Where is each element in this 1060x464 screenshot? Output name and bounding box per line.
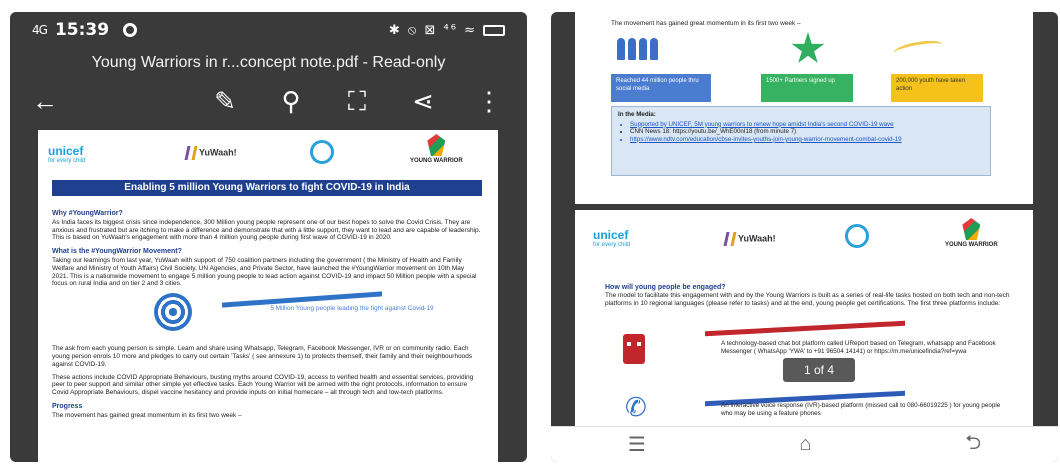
engage-paragraph: The model to facilitate this engagement … <box>605 291 1010 307</box>
progress-heading: Progress <box>52 402 83 410</box>
reader-toolbar: ← ✎ ⚲ ⛶ ⋖ ⋮ <box>10 78 527 128</box>
young-warrior-mark-icon <box>427 134 446 156</box>
notification-icon <box>123 23 138 37</box>
stat-partners: 1500+ Partners signed up <box>761 74 853 102</box>
people-icon <box>617 38 658 60</box>
media-heading: In the Media: <box>618 111 656 118</box>
edit-icon[interactable]: ✎ <box>208 86 242 116</box>
right-phone-screen: The movement has gained great momentum i… <box>551 12 1058 462</box>
left-phone-screen: 4G 15:39 ✱ ⦸ ⊠ ⁴⁶ ≈ Young Warriors in r.… <box>10 12 527 462</box>
platform-ivr-text: An interactive voice response (IVR)-base… <box>721 402 1001 417</box>
system-icons: ✱ ⦸ ⊠ ⁴⁶ ≈ <box>388 22 477 38</box>
battery-icon <box>483 24 505 36</box>
yuwaah-mark-icon <box>723 232 737 246</box>
target-graphic: 5 Million Young people leading the fight… <box>52 291 482 337</box>
yuwaah-logo: YuWaah! <box>723 232 776 246</box>
page-heading-banner: Enabling 5 million Young Warriors to fig… <box>52 180 482 196</box>
arrow-decoration <box>705 320 905 337</box>
media-link-2[interactable]: CNN News 18: https://youtu.be/_WhE00nI18… <box>630 128 984 136</box>
logo-row: unicef for every child YuWaah! YOUNG WAR… <box>38 130 498 180</box>
fullscreen-icon[interactable]: ⛶ <box>340 86 374 116</box>
phone-call-icon: ✆ <box>625 392 647 422</box>
share-icon[interactable]: ⋖ <box>406 86 440 116</box>
engage-heading: How will young people be engaged? <box>605 284 726 291</box>
unicef-logo: unicef for every child <box>48 144 85 164</box>
unicef-tagline: for every child <box>593 242 631 248</box>
chatbot-icon <box>623 334 645 364</box>
partners-star-icon <box>791 32 825 63</box>
media-link-1[interactable]: Supported by UNICEF, 5M young warriors t… <box>630 121 984 129</box>
what-heading: What is the #YoungWarrior Movement? <box>52 248 182 256</box>
young-warrior-mark-icon <box>962 218 981 240</box>
unicef-tagline: for every child <box>48 158 86 164</box>
progress-paragraph: The movement has gained great momentum i… <box>52 411 242 419</box>
unicef-wordmark: unicef <box>593 228 629 242</box>
target-icon <box>154 293 192 332</box>
status-icons: ✱ ⦸ ⊠ ⁴⁶ ≈ <box>389 23 505 38</box>
raised-hand-icon <box>892 37 944 61</box>
pdf-page-top[interactable]: The movement has gained great momentum i… <box>575 12 1033 204</box>
search-icon[interactable]: ⚲ <box>274 86 308 116</box>
young-warrior-logo: YOUNG WARRIOR <box>410 134 463 164</box>
clock: 15:39 <box>54 20 110 40</box>
home-icon[interactable]: ⌂ <box>799 433 811 456</box>
young-warrior-logo: YOUNG WARRIOR <box>945 218 998 248</box>
young-warrior-wordmark: YOUNG WARRIOR <box>410 158 463 164</box>
yuwaah-logo: YuWaah! <box>184 146 237 160</box>
unicef-logo: unicef for every child <box>593 228 630 248</box>
screenshot-pair: 4G 15:39 ✱ ⦸ ⊠ ⁴⁶ ≈ Young Warriors in r.… <box>0 0 1060 464</box>
what-paragraph: Taking our learnings from last year, YuW… <box>52 256 477 288</box>
back-icon[interactable]: ⮌ <box>965 428 981 462</box>
yuwaah-wordmark: YuWaah! <box>738 233 776 244</box>
yuwaah-wordmark: YuWaah! <box>199 147 237 158</box>
signal-indicator: 4G <box>32 23 48 37</box>
ask-paragraph: The ask from each young person is simple… <box>52 345 473 368</box>
yuwaah-mark-icon <box>184 146 198 160</box>
stat-social-reach: Reached 44 million people thru social me… <box>611 74 711 102</box>
logo-row: unicef for every child YuWaah! YOUNG WAR… <box>575 210 1033 262</box>
why-heading: Why #YoungWarrior? <box>52 210 123 217</box>
progress-paragraph: The movement has gained great momentum i… <box>611 20 801 27</box>
more-options-icon[interactable]: ⋮ <box>472 86 506 116</box>
partner-seal-icon <box>310 140 334 164</box>
media-link-3[interactable]: https://www.ndtv.com/education/cbse-invi… <box>630 136 984 144</box>
back-arrow-icon[interactable]: ← <box>28 86 62 116</box>
actions-paragraph: These actions include COVID Appropriate … <box>52 373 474 397</box>
status-bar: 4G 15:39 ✱ ⦸ ⊠ ⁴⁶ ≈ <box>10 12 527 48</box>
media-list: Supported by UNICEF, 5M young warriors t… <box>630 121 984 144</box>
pdf-page[interactable]: unicef for every child YuWaah! YOUNG WAR… <box>38 130 498 462</box>
document-body: Why #YoungWarrior? As India faces its bi… <box>38 196 498 420</box>
android-nav-bar: ☰ ⌂ ⮌ <box>551 426 1058 462</box>
target-caption: 5 Million Young people leading the fight… <box>270 305 434 313</box>
platform-chatbot-text: A technology-based chat bot platform cal… <box>721 340 996 355</box>
document-title: Young Warriors in r...concept note.pdf -… <box>91 54 446 71</box>
stat-youth-action: 200,000 youth have taken action <box>891 74 983 102</box>
why-paragraph: As India faces its biggest crisis since … <box>52 218 481 242</box>
young-warrior-wordmark: YOUNG WARRIOR <box>945 242 998 248</box>
engagement-section: How will young people be engaged? The mo… <box>605 284 1015 307</box>
partner-seal-icon <box>845 224 869 248</box>
media-box: In the Media: Supported by UNICEF, 5M yo… <box>611 106 991 176</box>
unicef-wordmark: unicef <box>48 144 84 158</box>
menu-icon[interactable]: ☰ <box>628 432 646 457</box>
pdf-page-bottom[interactable]: unicef for every child YuWaah! YOUNG WAR… <box>575 210 1033 462</box>
page-indicator: 1 of 4 <box>783 358 855 382</box>
